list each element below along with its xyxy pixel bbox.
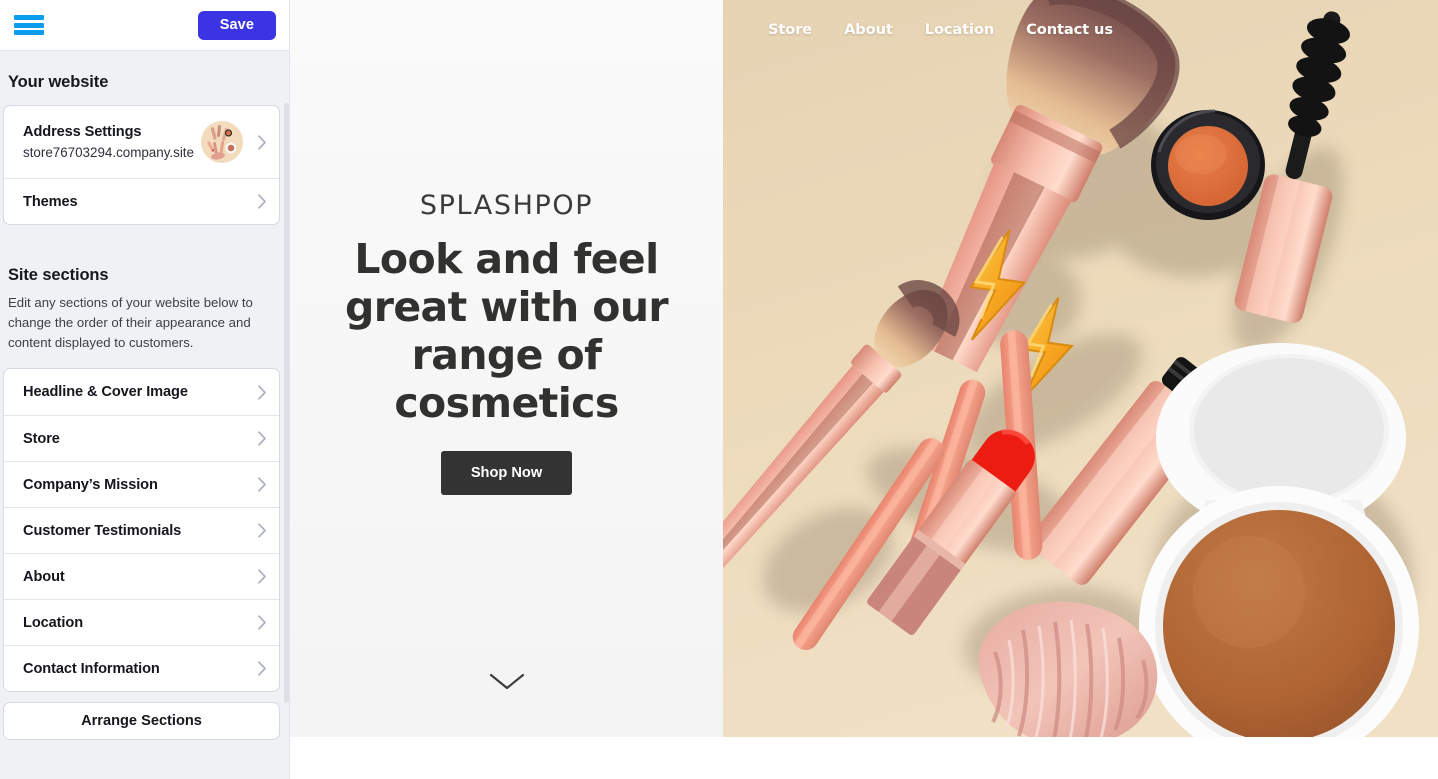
- site-sections-card: Headline & Cover Image Store Company’s M…: [4, 369, 279, 691]
- themes-text: Themes: [23, 194, 253, 210]
- chevron-right-icon: [255, 475, 269, 495]
- sidebar-section-location[interactable]: Location: [4, 599, 279, 645]
- site-preview-pane: SPLASHPOP Look and feel great with our r…: [290, 0, 1438, 779]
- shop-now-button[interactable]: Shop Now: [441, 451, 572, 495]
- section-label-wrap: Headline & Cover Image: [23, 384, 253, 400]
- nav-link-about[interactable]: About: [844, 21, 893, 38]
- brand-name: SPLASHPOP: [419, 190, 594, 221]
- your-website-heading: Your website: [8, 73, 109, 91]
- nav-link-store[interactable]: Store: [768, 21, 812, 38]
- chevron-right-icon: [255, 382, 269, 402]
- site-thumbnail-avatar: [201, 121, 243, 163]
- hamburger-bar: [14, 15, 44, 20]
- section-label-wrap: Location: [23, 615, 253, 631]
- section-label-wrap: Store: [23, 431, 253, 447]
- sidebar-section-about[interactable]: About: [4, 553, 279, 599]
- chevron-right-icon: [255, 567, 269, 587]
- website-settings-card: Address Settings store76703294.company.s…: [4, 106, 279, 224]
- sidebar-item-address-settings[interactable]: Address Settings store76703294.company.s…: [4, 106, 279, 178]
- nav-link-location[interactable]: Location: [925, 21, 995, 38]
- site-sections-heading: Site sections: [8, 266, 109, 284]
- sidebar-topbar: Save: [0, 0, 290, 51]
- section-label: About: [23, 568, 65, 585]
- chevron-right-icon: [255, 659, 269, 679]
- address-settings-text: Address Settings store76703294.company.s…: [23, 124, 201, 160]
- chevron-right-icon: [255, 521, 269, 541]
- hamburger-bar: [14, 30, 44, 35]
- section-label-wrap: Company’s Mission: [23, 477, 253, 493]
- sidebar-section-customer-testimonials[interactable]: Customer Testimonials: [4, 507, 279, 553]
- section-label-wrap: Customer Testimonials: [23, 523, 253, 539]
- sidebar-section-store[interactable]: Store: [4, 415, 279, 461]
- chevron-right-icon: [255, 132, 269, 152]
- chevron-right-icon: [255, 613, 269, 633]
- preview-top-navigation: Store About Location Contact us: [723, 0, 1438, 58]
- section-label: Headline & Cover Image: [23, 384, 188, 400]
- hero-headline: Look and feel great with our range of co…: [344, 235, 669, 427]
- sidebar-scroll-area[interactable]: Your website Address Settings store76703…: [0, 51, 290, 779]
- sidebar-section-companys-mission[interactable]: Company’s Mission: [4, 461, 279, 507]
- chevron-right-icon: [255, 192, 269, 212]
- chevron-down-icon[interactable]: [489, 673, 525, 696]
- section-label-wrap: About: [23, 569, 253, 585]
- sidebar-section-contact-information[interactable]: Contact Information: [4, 645, 279, 691]
- website-editor-app: Save Your website Address Settings store…: [0, 0, 1438, 779]
- arrange-sections-button[interactable]: Arrange Sections: [4, 703, 279, 739]
- sidebar-item-themes[interactable]: Themes: [4, 178, 279, 224]
- section-label: Customer Testimonials: [23, 522, 182, 539]
- hamburger-menu-icon[interactable]: [14, 14, 44, 36]
- editor-sidebar: Save Your website Address Settings store…: [0, 0, 290, 779]
- section-label: Contact Information: [23, 660, 160, 677]
- site-sections-description: Edit any sections of your website below …: [8, 295, 253, 350]
- hamburger-bar: [14, 22, 44, 28]
- preview-canvas: SPLASHPOP Look and feel great with our r…: [290, 0, 1438, 737]
- address-settings-title: Address Settings: [23, 124, 142, 140]
- section-label-wrap: Contact Information: [23, 661, 253, 677]
- hero-cover-image: Store About Location Contact us: [723, 0, 1438, 737]
- section-label: Company’s Mission: [23, 476, 158, 493]
- save-button[interactable]: Save: [197, 10, 276, 40]
- nav-link-contact-us[interactable]: Contact us: [1026, 21, 1113, 38]
- themes-title: Themes: [23, 193, 78, 210]
- chevron-right-icon: [255, 429, 269, 449]
- address-settings-url: store76703294.company.site: [23, 145, 194, 160]
- section-label: Location: [23, 614, 84, 631]
- section-label: Store: [23, 430, 60, 447]
- sidebar-section-headline-cover-image[interactable]: Headline & Cover Image: [4, 369, 279, 415]
- hero-text-column: SPLASHPOP Look and feel great with our r…: [290, 0, 723, 737]
